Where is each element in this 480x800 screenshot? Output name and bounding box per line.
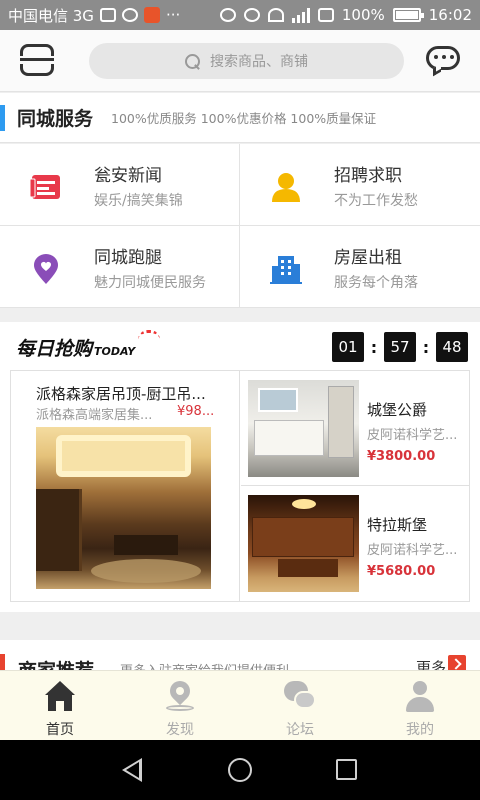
service-errand[interactable]: 同城跑腿 魅力同城便民服务: [0, 226, 240, 308]
building-icon: [270, 254, 302, 284]
status-bar: 中国电信 3G ··· 100% 16:02: [0, 0, 480, 30]
home-circle-icon[interactable]: [228, 758, 252, 782]
section-accent-bar: [0, 104, 5, 131]
alarm-icon: [243, 8, 260, 22]
system-nav-bar: [0, 740, 480, 800]
flash-sale-section: 每日抢购 TODAY 01 : 57 : 48 派格森家居吊顶-厨卫吊... 派…: [0, 322, 480, 612]
flash-sale-logo: 每日抢购 TODAY: [16, 330, 160, 360]
wifi-icon: [267, 8, 284, 22]
product-image-kitchen-white: [248, 380, 359, 477]
tab-discover[interactable]: 发现: [120, 671, 240, 740]
product-name: 城堡公爵: [367, 401, 428, 419]
product-image-kitchen-wood: [248, 495, 359, 592]
chat-icon: [284, 681, 316, 713]
service-desc: 不为工作发愁: [334, 193, 418, 209]
product-name: 特拉斯堡: [367, 516, 428, 534]
search-input[interactable]: 搜索商品、商铺: [89, 43, 404, 79]
app-notification-icon: [143, 7, 160, 23]
product-shop: 皮阿诺科学艺...: [367, 428, 458, 443]
news-icon: [29, 172, 62, 202]
product-shop: 派格森高端家居集...: [36, 408, 153, 423]
tab-forum[interactable]: 论坛: [240, 671, 360, 740]
services-subtitle: 100%优质服务 100%优惠价格 100%质量保证: [111, 111, 377, 126]
flash-sale-products: 派格森家居吊顶-厨卫吊... 派格森高端家居集... ¥98... 城堡公爵 皮…: [10, 370, 470, 602]
message-icon[interactable]: [426, 46, 460, 77]
service-rental[interactable]: 房屋出租 服务每个角落: [240, 226, 480, 308]
recent-apps-icon[interactable]: [336, 759, 357, 780]
location-icon: [164, 676, 196, 713]
product-price: ¥98...: [177, 404, 215, 419]
clock: 16:02: [428, 6, 472, 24]
product-card[interactable]: 城堡公爵 皮阿诺科学艺... ¥3800.00: [241, 371, 470, 486]
service-title: 同城跑腿: [94, 248, 162, 268]
services-grid: 瓮安新闻 娱乐/搞笑集锦 招聘求职 不为工作发愁 同城跑腿 魅力同城便民服务 房…: [0, 144, 480, 308]
signal-icon: [291, 7, 310, 23]
product-shop: 皮阿诺科学艺...: [367, 543, 458, 558]
product-name: 派格森家居吊顶-厨卫吊...: [36, 385, 206, 403]
more-notifications-icon: ···: [165, 6, 181, 24]
search-icon: [185, 53, 200, 69]
scan-icon[interactable]: [20, 44, 54, 76]
product-price: ¥5680.00: [367, 564, 436, 579]
tab-label: 我的: [406, 722, 434, 738]
tab-label: 首页: [46, 722, 74, 738]
headset-icon: [219, 8, 236, 22]
search-placeholder: 搜索商品、商铺: [210, 54, 308, 70]
countdown-seconds: 48: [436, 332, 468, 362]
flash-sale-logo-cn: 每日抢购: [16, 338, 93, 360]
carrier-label: 中国电信 3G: [8, 6, 94, 25]
service-desc: 服务每个角落: [334, 275, 418, 291]
image-icon: [99, 8, 116, 22]
back-icon[interactable]: [122, 758, 142, 782]
bottom-tab-bar: 首页 发现 论坛 我的: [0, 670, 480, 740]
tab-label: 发现: [166, 722, 194, 738]
countdown-timer: 01 : 57 : 48: [332, 332, 468, 362]
service-title: 瓮安新闻: [94, 166, 162, 186]
services-title: 同城服务: [17, 108, 94, 130]
burst-icon: [138, 330, 160, 344]
service-jobs[interactable]: 招聘求职 不为工作发愁: [240, 144, 480, 226]
product-image-living-room: [36, 427, 211, 589]
tab-label: 论坛: [286, 722, 314, 738]
top-header: 搜索商品、商铺: [0, 30, 480, 92]
person-icon: [270, 172, 302, 202]
heart-pin-icon: [30, 254, 62, 284]
countdown-hours: 01: [332, 332, 364, 362]
battery-icon: [392, 8, 424, 22]
home-icon: [44, 681, 76, 713]
service-desc: 娱乐/搞笑集锦: [94, 193, 183, 209]
service-title: 招聘求职: [334, 166, 402, 186]
service-title: 房屋出租: [334, 248, 402, 268]
tab-home[interactable]: 首页: [0, 671, 120, 740]
sync-icon: [121, 8, 138, 22]
user-icon: [404, 681, 436, 713]
service-desc: 魅力同城便民服务: [94, 275, 206, 291]
product-price: ¥3800.00: [367, 449, 436, 464]
service-news[interactable]: 瓮安新闻 娱乐/搞笑集锦: [0, 144, 240, 226]
countdown-minutes: 57: [384, 332, 416, 362]
services-section-header: 同城服务 100%优质服务 100%优惠价格 100%质量保证: [0, 93, 480, 143]
battery-percent: 100%: [341, 6, 385, 24]
product-card-featured[interactable]: 派格森家居吊顶-厨卫吊... 派格森高端家居集... ¥98...: [11, 371, 240, 601]
tab-mine[interactable]: 我的: [360, 671, 480, 740]
product-card[interactable]: 特拉斯堡 皮阿诺科学艺... ¥5680.00: [241, 486, 470, 601]
sim-icon: [317, 8, 334, 22]
flash-sale-logo-en: TODAY: [94, 345, 136, 358]
